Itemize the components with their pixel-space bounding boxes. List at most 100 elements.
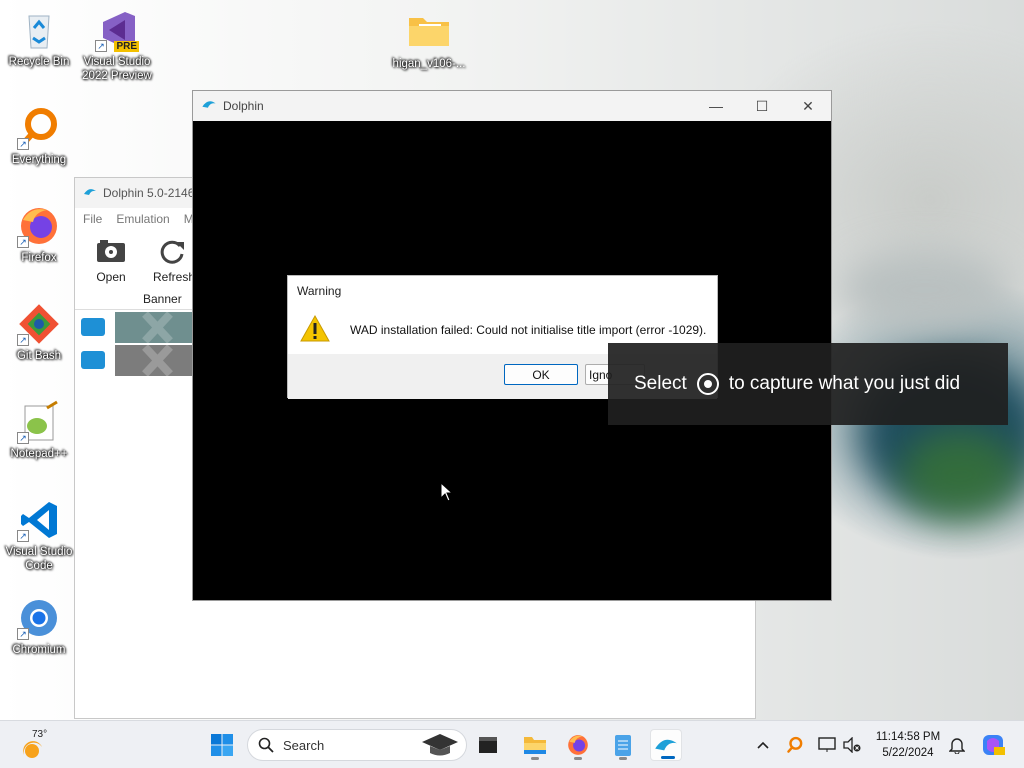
dolphin-logo-icon (201, 99, 217, 113)
folder-icon (407, 10, 451, 54)
chromium-icon: ↗ (17, 596, 61, 640)
desktop-icon-notepadpp[interactable]: ↗ Notepad++ (2, 400, 76, 461)
desktop-icon-label: Visual Studio 2022 Preview (82, 56, 152, 82)
firefox-icon: ↗ (17, 204, 61, 248)
dialog-title: Warning (297, 284, 342, 298)
desktop-icon-git-bash[interactable]: ↗ Git Bash (2, 302, 76, 363)
running-indicator (574, 757, 582, 760)
main-window-title: Dolphin 5.0-2146 (103, 186, 195, 200)
tray-network[interactable] (816, 734, 838, 756)
weather-widget[interactable]: 73° (18, 727, 68, 763)
refresh-button[interactable]: Refresh (153, 238, 196, 284)
everything-search-icon: ↗ (17, 106, 61, 150)
refresh-label: Refresh (153, 270, 196, 284)
mouse-cursor-icon (440, 481, 454, 502)
menu-file[interactable]: File (83, 212, 102, 226)
taskbar-terminal[interactable] (472, 729, 504, 761)
refresh-icon (158, 238, 188, 264)
desktop-icon-label: Notepad++ (10, 448, 68, 460)
open-label: Open (96, 270, 126, 284)
desktop-icon-label: Git Bash (16, 350, 62, 362)
visual-studio-icon: PRE ↗ (95, 8, 139, 52)
search-icon (258, 737, 274, 753)
game-banner (115, 311, 195, 343)
clock-date: 5/22/2024 (882, 747, 934, 759)
render-window-title: Dolphin (223, 99, 264, 113)
game-banner (115, 344, 195, 376)
wii-platform-icon (81, 318, 105, 336)
show-hidden-icons-button[interactable] (752, 734, 774, 756)
copilot-icon (983, 735, 1005, 755)
record-icon (696, 373, 719, 395)
dialog-message: WAD installation failed: Could not initi… (350, 323, 707, 337)
banner-column-header[interactable]: Banner (75, 292, 182, 306)
toast-prefix: Select (634, 373, 687, 394)
firefox-icon (568, 735, 588, 755)
desktop-icon-label: Chromium (12, 644, 66, 656)
desktop-icon-recycle-bin[interactable]: Recycle Bin (2, 8, 76, 69)
vscode-icon: ↗ (17, 498, 61, 542)
volume-muted-icon (843, 737, 861, 753)
desktop-icon-visual-studio[interactable]: PRE ↗ Visual Studio 2022 Preview (80, 8, 154, 83)
start-button[interactable] (206, 729, 238, 761)
desktop-icon-everything[interactable]: ↗ Everything (2, 106, 76, 167)
bell-icon (949, 738, 965, 754)
ok-button[interactable]: OK (504, 364, 578, 385)
toast-suffix: to capture what you just did (728, 373, 961, 394)
search-placeholder: Search (283, 737, 325, 753)
tray-everything[interactable] (784, 734, 806, 756)
desktop-icon-chromium[interactable]: ↗ Chromium (2, 596, 76, 657)
desktop-icon-label: Everything (11, 154, 67, 166)
taskbar-firefox[interactable] (562, 729, 594, 761)
graduation-cap-icon (422, 734, 458, 756)
dolphin-logo-icon (655, 739, 677, 751)
open-disc-icon (96, 238, 126, 264)
running-indicator (531, 757, 539, 760)
file-explorer-icon (524, 737, 546, 754)
shortcut-arrow-icon: ↗ (17, 530, 29, 542)
clock-time: 11:14:58 PM (875, 731, 941, 743)
notifications-button[interactable] (946, 734, 968, 756)
notepad-icon (615, 735, 631, 756)
capture-toast[interactable]: Select to capture what you just did (608, 343, 1008, 425)
recycle-bin-icon (17, 8, 61, 52)
wallpaper-blob (900, 430, 1020, 520)
taskbar-search[interactable]: Search (247, 729, 467, 761)
shortcut-arrow-icon: ↗ (17, 236, 29, 248)
dolphin-logo-icon (83, 186, 97, 200)
shortcut-arrow-icon: ↗ (17, 334, 29, 346)
copilot-button[interactable] (980, 734, 1006, 756)
taskbar-dolphin[interactable] (650, 729, 682, 761)
window-controls: — ☐ ✕ (693, 91, 831, 121)
taskbar-clock[interactable]: 11:14:58 PM 5/22/2024 (872, 729, 944, 761)
close-button[interactable]: ✕ (785, 91, 831, 121)
minimize-button[interactable]: — (693, 91, 739, 121)
desktop-icon-firefox[interactable]: ↗ Firefox (2, 204, 76, 265)
taskbar: 73° Search 11:14:58 PM 5/22/2024 (0, 720, 1024, 768)
shortcut-arrow-icon: ↗ (17, 432, 29, 444)
desktop-icon-label: Recycle Bin (8, 56, 70, 68)
notepadpp-icon: ↗ (17, 400, 61, 444)
running-indicator (661, 756, 675, 759)
warning-icon (300, 314, 330, 345)
wii-platform-icon (81, 351, 105, 369)
weather-temp: 73° (32, 729, 48, 740)
pre-badge: PRE (114, 41, 139, 52)
desktop-icon-label: higan_v106-... (392, 58, 466, 70)
git-bash-icon: ↗ (17, 302, 61, 346)
tray-volume[interactable] (841, 734, 863, 756)
wallpaper-blob (840, 250, 1010, 330)
desktop-icon-higan-folder[interactable]: higan_v106-... (392, 10, 466, 71)
desktop-icon-vscode[interactable]: ↗ Visual Studio Code (2, 498, 76, 573)
shortcut-arrow-icon: ↗ (17, 138, 29, 150)
maximize-button[interactable]: ☐ (739, 91, 785, 121)
taskbar-file-explorer[interactable] (519, 729, 551, 761)
menu-emulation[interactable]: Emulation (116, 212, 169, 226)
taskbar-notepad[interactable] (607, 729, 639, 761)
windows-logo-icon (211, 734, 233, 756)
desktop-icon-label: Visual Studio Code (5, 546, 73, 572)
network-icon (818, 737, 836, 752)
open-button[interactable]: Open (91, 238, 131, 284)
chevron-up-icon (757, 741, 769, 749)
render-window-titlebar[interactable]: Dolphin — ☐ ✕ (193, 91, 831, 121)
